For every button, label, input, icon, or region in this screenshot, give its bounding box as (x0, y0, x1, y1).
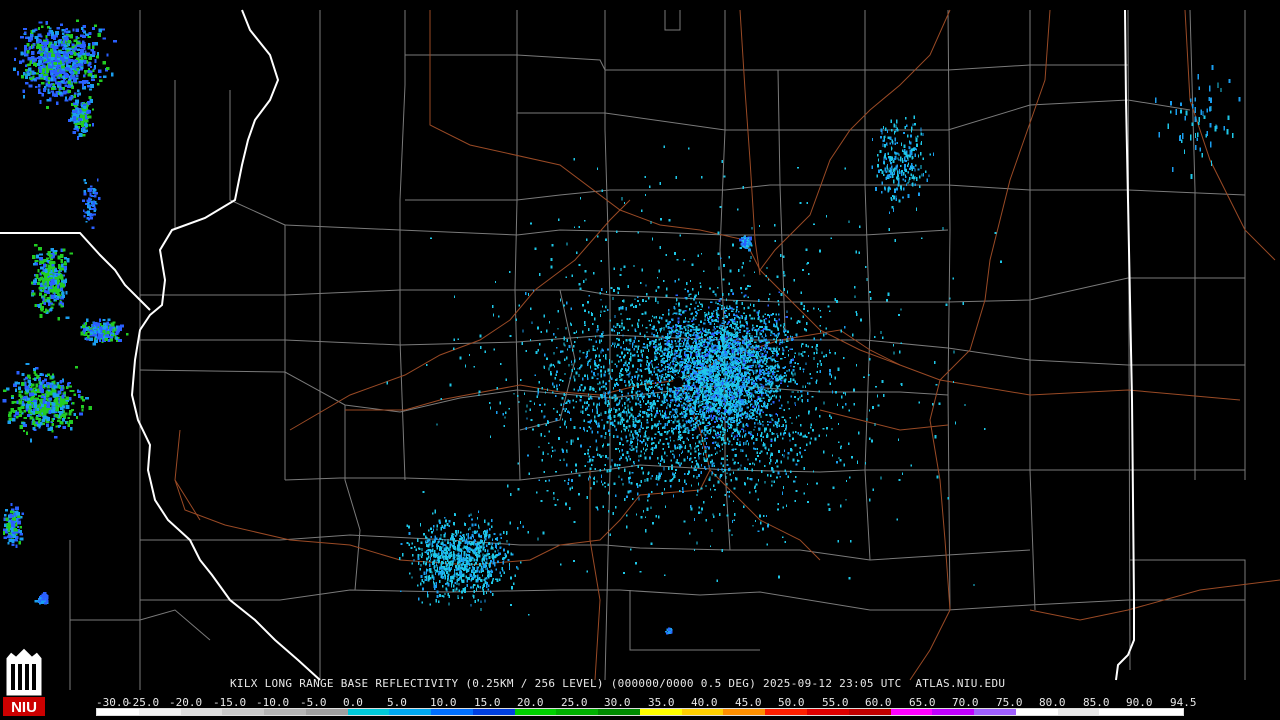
logo-text: NIU (11, 699, 37, 716)
color-bar-cell (138, 709, 181, 715)
niu-tower-logo-icon: NIU (3, 647, 45, 716)
color-bar-cell (97, 709, 139, 715)
color-bar-cell (639, 709, 682, 715)
state-borders (0, 9, 1135, 681)
color-bar-cell (305, 709, 348, 715)
color-bar-cell (765, 709, 808, 715)
color-bar-cell (848, 709, 891, 715)
radar-viewport: KILX LONG RANGE BASE REFLECTIVITY (0.25K… (0, 0, 1280, 720)
color-bar-cell (222, 709, 265, 715)
color-bar-cell (974, 709, 1016, 715)
color-bar-cell (431, 709, 473, 715)
color-bar-cell (1141, 709, 1183, 715)
color-bar-cell (514, 709, 557, 715)
product-caption: KILX LONG RANGE BASE REFLECTIVITY (0.25K… (230, 677, 1006, 690)
color-bar-cell (681, 709, 724, 715)
color-bar-cell (389, 709, 432, 715)
color-bar-cell (1015, 709, 1058, 715)
color-bar-cell (890, 709, 933, 715)
color-bar-cell (932, 709, 975, 715)
radar-map (0, 9, 1280, 690)
color-bar-cell (264, 709, 306, 715)
reflectivity-color-bar (96, 708, 1184, 716)
color-bar-cell (472, 709, 515, 715)
color-bar-cell (180, 709, 223, 715)
color-bar-cell (598, 709, 640, 715)
color-bar-cell (1099, 709, 1142, 715)
color-bar-cell (1057, 709, 1100, 715)
color-bar-cell (723, 709, 766, 715)
color-bar-cell (556, 709, 599, 715)
color-bar-cell (347, 709, 390, 715)
reflectivity-echoes (2, 19, 1241, 635)
color-bar-cell (807, 709, 849, 715)
reflectivity-legend-labels: -30.0 -25.0 -20.0 -15.0 -10.0 -5.0 0.0 5.0 10.0 1… (96, 696, 1197, 709)
radar-site-marker (673, 377, 683, 387)
